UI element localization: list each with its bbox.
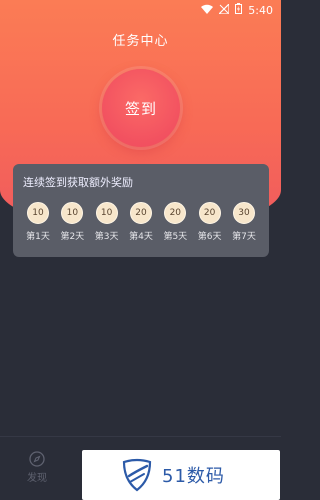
reward-day-1: 10 第1天 (23, 202, 53, 242)
reward-points-badge: 20 (198, 202, 221, 224)
checkin-button-label: 签到 (124, 99, 157, 118)
reward-card-title: 连续签到获取额外奖励 (23, 176, 133, 189)
reward-day-label: 第7天 (232, 232, 256, 242)
page-title: 任务中心 (112, 34, 169, 49)
reward-day-2: 10 第2天 (57, 202, 87, 242)
watermark-text: 51数码 (162, 466, 225, 487)
reward-points-badge: 10 (27, 202, 49, 224)
watermark-51shuma: 51数码 (82, 450, 280, 500)
reward-points-badge: 20 (164, 202, 187, 224)
reward-points-badge: 20 (129, 202, 152, 224)
nav-item-discover[interactable]: 发现 (22, 451, 52, 484)
wifi-icon (201, 4, 214, 17)
consecutive-reward-card: 连续签到获取额外奖励 10 第1天 10 第2天 10 第3天 20 第4天 2… (13, 164, 269, 257)
checkin-button[interactable]: 签到 (102, 69, 180, 147)
reward-day-7: 30 第7天 (229, 202, 259, 242)
battery-icon (235, 3, 243, 17)
reward-days-list: 10 第1天 10 第2天 10 第3天 20 第4天 20 第5天 20 第6… (21, 202, 261, 242)
reward-day-5: 20 第5天 (160, 202, 190, 242)
reward-day-label: 第5天 (163, 232, 188, 242)
reward-day-label: 第1天 (26, 232, 50, 242)
status-bar: 5:40 (0, 0, 281, 20)
nav-item-discover-label: 发现 (27, 473, 47, 484)
reward-day-6: 20 第6天 (195, 202, 225, 242)
reward-day-label: 第3天 (94, 232, 119, 242)
reward-points-badge: 30 (232, 202, 255, 224)
reward-day-label: 第2天 (60, 232, 85, 242)
reward-day-label: 第4天 (129, 232, 153, 242)
reward-day-label: 第6天 (197, 232, 222, 242)
compass-icon (29, 451, 45, 467)
status-time: 5:40 (248, 3, 273, 17)
reward-day-4: 20 第4天 (126, 202, 156, 242)
shield-logo-icon (120, 458, 154, 492)
reward-points-badge: 10 (95, 202, 118, 224)
reward-points-badge: 10 (61, 202, 84, 224)
signal-icon (217, 2, 230, 17)
reward-day-3: 10 第3天 (92, 202, 122, 242)
